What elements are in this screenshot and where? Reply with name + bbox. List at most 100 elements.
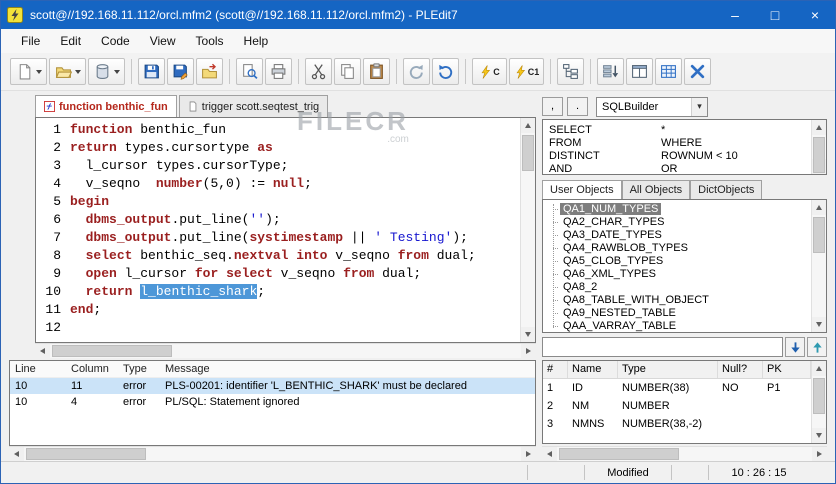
- code-editor[interactable]: 1 function benthic_fun 2 return types.curso…: [35, 117, 536, 343]
- scroll-down-button[interactable]: [812, 317, 826, 332]
- maximize-button[interactable]: □: [755, 1, 795, 29]
- tab-dictobjects[interactable]: DictObjects: [690, 180, 763, 199]
- tree-item[interactable]: QA6_XML_TYPES: [543, 268, 811, 281]
- menu-code[interactable]: Code: [91, 31, 140, 51]
- save-button[interactable]: [138, 58, 165, 85]
- column-header[interactable]: Null?: [718, 361, 763, 378]
- editor-tab[interactable]: trigger scott.seqtest_trig: [178, 95, 329, 117]
- dot-button[interactable]: .: [567, 97, 588, 116]
- scroll-down-button[interactable]: [812, 428, 826, 443]
- scroll-thumb[interactable]: [26, 448, 146, 460]
- editor-tab[interactable]: function benthic_fun: [35, 95, 177, 117]
- minimize-button[interactable]: –: [715, 1, 755, 29]
- comma-button[interactable]: ,: [542, 97, 563, 116]
- tools-button[interactable]: [684, 58, 711, 85]
- scroll-thumb[interactable]: [813, 137, 825, 173]
- scroll-right-button[interactable]: [521, 447, 536, 461]
- menu-tools[interactable]: Tools: [186, 31, 234, 51]
- data-grid-button[interactable]: [655, 58, 682, 85]
- error-row[interactable]: 10 11 error PLS-00201: identifier 'L_BENTHI…: [10, 378, 535, 394]
- close-button[interactable]: ×: [795, 1, 835, 29]
- right-hscroll[interactable]: [542, 446, 827, 461]
- scroll-track[interactable]: [521, 133, 535, 327]
- scroll-track[interactable]: [557, 447, 812, 461]
- table-row[interactable]: 1 ID NUMBER(38) NO P1: [543, 379, 811, 397]
- menu-edit[interactable]: Edit: [50, 31, 91, 51]
- paste-button[interactable]: [363, 58, 390, 85]
- menu-file[interactable]: File: [11, 31, 50, 51]
- error-col-header[interactable]: Type: [118, 361, 160, 377]
- tree-item[interactable]: QA4_RAWBLOB_TYPES: [543, 242, 811, 255]
- print-preview-button[interactable]: [236, 58, 263, 85]
- sql-keyword[interactable]: OR: [661, 163, 809, 176]
- cut-button[interactable]: [305, 58, 332, 85]
- tab-user-objects[interactable]: User Objects: [542, 180, 622, 199]
- tree-item[interactable]: QA8_2: [543, 281, 811, 294]
- object-tree-button[interactable]: [557, 58, 584, 85]
- scroll-up-button[interactable]: [812, 120, 826, 135]
- sql-keyword[interactable]: *: [661, 124, 809, 137]
- export-button[interactable]: [196, 58, 223, 85]
- scroll-up-button[interactable]: [521, 118, 535, 133]
- scroll-thumb[interactable]: [52, 345, 172, 357]
- sql-keyword[interactable]: SELECT: [549, 124, 661, 137]
- db-connect-button[interactable]: [88, 58, 125, 85]
- columns-vscroll[interactable]: [811, 361, 826, 443]
- table-row[interactable]: 2 NM NUMBER: [543, 397, 811, 415]
- sqlbuilder-dropdown[interactable]: SQLBuilder ▾: [596, 96, 708, 117]
- menu-view[interactable]: View: [140, 31, 186, 51]
- tree-vscroll[interactable]: [811, 200, 826, 332]
- execute-c-button[interactable]: C: [472, 58, 507, 85]
- editor-hscroll[interactable]: [35, 343, 536, 358]
- table-row[interactable]: 3 NMNS NUMBER(38,-2): [543, 415, 811, 433]
- column-header[interactable]: Type: [618, 361, 718, 378]
- editor-vscroll[interactable]: [520, 118, 535, 342]
- scroll-up-button[interactable]: [812, 361, 826, 376]
- code-area[interactable]: 1 function benthic_fun 2 return types.curso…: [36, 118, 520, 342]
- find-down-button[interactable]: [785, 337, 805, 357]
- chevron-down-icon[interactable]: [74, 69, 81, 74]
- chevron-down-icon[interactable]: ▾: [691, 97, 707, 116]
- redo-button[interactable]: [403, 58, 430, 85]
- scroll-thumb[interactable]: [813, 217, 825, 253]
- error-col-header[interactable]: Message: [160, 361, 535, 377]
- menu-help[interactable]: Help: [234, 31, 279, 51]
- undo-button[interactable]: [432, 58, 459, 85]
- sql-keyword[interactable]: DISTINCT: [549, 150, 661, 163]
- error-col-header[interactable]: Line: [10, 361, 66, 377]
- scroll-left-button[interactable]: [542, 447, 557, 461]
- sql-keyword[interactable]: FROM: [549, 137, 661, 150]
- print-button[interactable]: [265, 58, 292, 85]
- scroll-track[interactable]: [812, 135, 826, 173]
- sql-keyword[interactable]: AND: [549, 163, 661, 176]
- tree-item[interactable]: QA2_CHAR_TYPES: [543, 216, 811, 229]
- find-up-button[interactable]: [807, 337, 827, 357]
- new-file-button[interactable]: [10, 58, 47, 85]
- column-header[interactable]: Name: [568, 361, 618, 378]
- errors-hscroll[interactable]: [9, 446, 536, 461]
- scroll-left-button[interactable]: [9, 447, 24, 461]
- sql-keyword[interactable]: WHERE: [661, 137, 809, 150]
- scroll-thumb[interactable]: [559, 448, 679, 460]
- tree-item[interactable]: QA8_TABLE_WITH_OBJECT: [543, 294, 811, 307]
- tab-all-objects[interactable]: All Objects: [621, 180, 691, 199]
- scroll-track[interactable]: [812, 215, 826, 317]
- chevron-down-icon[interactable]: [113, 69, 120, 74]
- execute-c1-button[interactable]: C1: [509, 58, 544, 85]
- scroll-right-button[interactable]: [812, 447, 827, 461]
- split-view-button[interactable]: [626, 58, 653, 85]
- tree-item[interactable]: QA1_NUM_TYPES: [543, 203, 811, 216]
- sqlbuilder-vscroll[interactable]: [811, 120, 826, 174]
- sql-keyword[interactable]: ROWNUM < 10: [661, 150, 809, 163]
- error-row[interactable]: 10 4 error PL/SQL: Statement ignored: [10, 394, 535, 410]
- scroll-thumb[interactable]: [813, 378, 825, 414]
- scroll-right-button[interactable]: [521, 344, 536, 358]
- open-file-button[interactable]: [49, 58, 86, 85]
- scroll-track[interactable]: [812, 376, 826, 428]
- save-as-button[interactable]: [167, 58, 194, 85]
- column-header[interactable]: #: [543, 361, 568, 378]
- column-header[interactable]: PK: [763, 361, 811, 378]
- tree-item[interactable]: QAA_VARRAY_TABLE: [543, 320, 811, 332]
- chevron-down-icon[interactable]: [35, 69, 42, 74]
- tree-item[interactable]: QA5_CLOB_TYPES: [543, 255, 811, 268]
